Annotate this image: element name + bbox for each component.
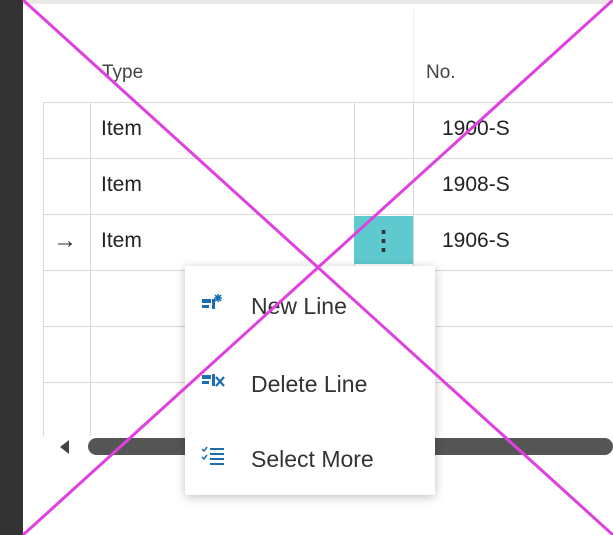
no-cell[interactable]: 1900-S [442, 117, 510, 141]
no-cell[interactable]: 1906-S [442, 229, 510, 253]
column-header-type[interactable]: Type [102, 62, 143, 84]
select-more-icon [201, 446, 224, 465]
menu-item-delete-line[interactable]: Delete Line [185, 355, 435, 413]
menu-item-select-more[interactable]: Select More [185, 430, 435, 488]
table-row[interactable]: Item 1908-S [43, 159, 613, 215]
scroll-left-icon[interactable] [60, 440, 69, 454]
menu-item-new-line[interactable]: New Line [185, 277, 435, 335]
type-cell[interactable]: Item [101, 173, 142, 197]
row-actions-button[interactable]: ⋮ [354, 216, 413, 264]
menu-item-label: Delete Line [251, 371, 368, 397]
more-vertical-icon: ⋮ [370, 225, 397, 255]
delete-line-icon [202, 374, 225, 387]
no-cell[interactable]: 1908-S [442, 173, 510, 197]
menu-item-label: New Line [251, 293, 347, 319]
table-row-current[interactable]: → Item 1906-S [43, 215, 613, 271]
new-line-icon [202, 294, 222, 309]
type-cell[interactable]: Item [101, 229, 142, 253]
column-header-no[interactable]: No. [426, 62, 456, 84]
row-context-menu: New Line Delete Line Select More [185, 266, 435, 495]
type-cell[interactable]: Item [101, 117, 142, 141]
menu-item-label: Select More [251, 446, 374, 472]
current-row-arrow-icon: → [53, 227, 77, 254]
grid-line [90, 102, 91, 436]
lines-panel: Type No. Item 1900-S Item 1908-S → Item … [23, 0, 613, 535]
table-row[interactable]: Item 1900-S [43, 103, 613, 159]
grid-line [43, 102, 44, 436]
header-separator [413, 10, 414, 102]
